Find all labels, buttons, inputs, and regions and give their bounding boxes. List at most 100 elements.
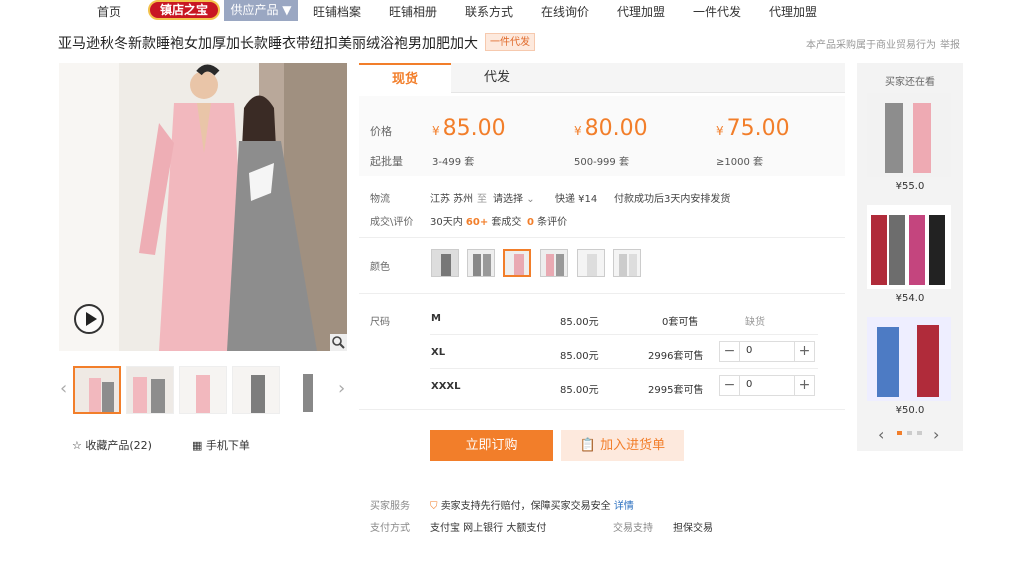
plus-button[interactable]: +: [794, 376, 814, 395]
supply-tabs: 现货 代发: [359, 63, 845, 93]
divider: [359, 409, 845, 410]
color-swatch-pink[interactable]: [503, 249, 531, 277]
nav-agent[interactable]: 代理加盟: [617, 3, 665, 20]
size-name-xl: XL: [431, 347, 446, 358]
nav-home[interactable]: 首页: [97, 3, 121, 20]
quantity-input-xl[interactable]: 0: [746, 345, 752, 356]
color-swatch-white[interactable]: [577, 249, 605, 277]
size-stock-m: 0套可售: [662, 317, 699, 328]
size-price-xxxl: 85.00元: [560, 385, 599, 396]
reco-item-3[interactable]: [867, 317, 951, 401]
size-name-m: M: [431, 313, 441, 324]
qty-tier-3: ≥1000 套: [716, 157, 764, 168]
logistics-label: 物流: [370, 194, 390, 205]
tab-in-stock[interactable]: 现货: [359, 63, 451, 93]
review-info[interactable]: 0 条评价: [527, 213, 567, 228]
color-swatch-grey[interactable]: [431, 249, 459, 277]
mobile-order-label: 手机下单: [205, 439, 250, 452]
reco-price-2: ¥54.0: [895, 293, 925, 304]
ship-from: 江苏 苏州: [430, 194, 474, 205]
nav-contact[interactable]: 联系方式: [465, 3, 513, 20]
quantity-stepper-xl: − 0 +: [719, 341, 815, 362]
thumbnail-3[interactable]: [179, 366, 227, 414]
color-swatch-pink-couple[interactable]: [540, 249, 568, 277]
thumb-next-arrow-icon[interactable]: ›: [338, 378, 345, 399]
shield-icon: ⛉: [430, 501, 438, 512]
divider: [430, 334, 818, 335]
nav-agent-2[interactable]: 代理加盟: [769, 3, 817, 20]
report-link[interactable]: 举报: [940, 36, 960, 51]
thumbnail-4[interactable]: [232, 366, 280, 414]
nav-inquiry[interactable]: 在线询价: [541, 3, 589, 20]
tab-dropship[interactable]: 代发: [451, 63, 543, 93]
reco-price-1: ¥55.0: [895, 181, 925, 192]
divider: [430, 368, 818, 369]
divider: [359, 293, 845, 294]
qty-label: 起批量: [370, 155, 403, 168]
play-video-button[interactable]: [74, 304, 104, 334]
service-details-link[interactable]: 详情: [614, 501, 634, 512]
reco-next-arrow-icon[interactable]: ›: [933, 425, 939, 444]
payment-methods: 支付宝 网上银行 大额支付: [430, 523, 547, 534]
qty-tier-2: 500-999 套: [574, 157, 629, 168]
size-price-xl: 85.00元: [560, 351, 599, 362]
reco-prev-arrow-icon[interactable]: ‹: [878, 425, 884, 444]
minus-button[interactable]: −: [720, 342, 740, 361]
thumb-prev-arrow-icon[interactable]: ‹: [60, 378, 67, 399]
top-nav: 首页 镇店之宝 供应产品 ▼ 旺铺档案 旺铺相册 联系方式 在线询价 代理加盟 …: [0, 0, 1024, 22]
destination-select[interactable]: 请选择 ⌄: [493, 190, 535, 205]
ship-to-label: 至: [477, 194, 487, 205]
reco-item-2[interactable]: [867, 205, 951, 289]
mobile-order[interactable]: ▦ 手机下单: [192, 437, 250, 453]
quantity-stepper-xxxl: − 0 +: [719, 375, 815, 396]
ship-note: 付款成功后3天内安排发货: [614, 194, 731, 205]
payment-label: 支付方式: [370, 523, 410, 534]
reco-price-3: ¥50.0: [895, 405, 925, 416]
buy-now-button[interactable]: 立即订购: [430, 430, 553, 461]
nav-album[interactable]: 旺铺相册: [389, 3, 437, 20]
nav-archive[interactable]: 旺铺档案: [313, 3, 361, 20]
zoom-icon[interactable]: [330, 334, 347, 351]
product-title: 亚马逊秋冬新款睡袍女加厚加长款睡衣带纽扣美丽绒浴袍男加肥加大: [58, 36, 478, 52]
nav-dropship[interactable]: 一件代发: [693, 3, 741, 20]
nav-shop-badge[interactable]: 镇店之宝: [148, 0, 220, 20]
quantity-input-xxxl[interactable]: 0: [746, 379, 752, 390]
trade-notice: 本产品采购属于商业贸易行为: [806, 40, 936, 51]
collect-product[interactable]: ☆ 收藏产品(22): [72, 437, 152, 453]
price-label: 价格: [370, 125, 392, 138]
chevron-down-icon: ⌄: [526, 194, 535, 205]
trade-support-value: 担保交易: [673, 523, 713, 534]
plus-button[interactable]: +: [794, 342, 814, 361]
thumbnail-1[interactable]: [73, 366, 121, 414]
minus-button[interactable]: −: [720, 376, 740, 395]
reco-item-1[interactable]: [867, 93, 951, 177]
carousel-dot-active[interactable]: [897, 431, 902, 435]
star-icon: ☆: [72, 439, 82, 452]
price-tier-2: ¥80.00: [574, 116, 648, 141]
color-swatch-grey-couple[interactable]: [467, 249, 495, 277]
dropship-tag: 一件代发: [485, 33, 535, 51]
main-product-image[interactable]: [59, 63, 347, 351]
size-stock-xl: 2996套可售: [648, 351, 704, 362]
buyer-service-label: 买家服务: [370, 501, 410, 512]
color-swatch-white-couple[interactable]: [613, 249, 641, 277]
carousel-dot[interactable]: [917, 431, 922, 435]
size-price-m: 85.00元: [560, 317, 599, 328]
trade-support-label: 交易支持: [613, 523, 653, 534]
buyer-service-text: ⛉ 卖家支持先行赔付，保障买家交易安全 详情: [430, 501, 634, 512]
price-tier-3: ¥75.00: [716, 116, 790, 141]
nav-supply-products[interactable]: 供应产品 ▼: [224, 0, 298, 21]
express-fee: 快递 ¥14: [555, 194, 598, 205]
deal-label: 成交\评价: [370, 217, 414, 228]
thumbnail-2[interactable]: [126, 366, 174, 414]
add-to-cart-button[interactable]: 📋 加入进货单: [561, 430, 684, 461]
divider: [359, 237, 845, 238]
thumbnail-5[interactable]: [285, 366, 333, 414]
size-label: 尺码: [370, 317, 390, 328]
size-out-of-stock: 缺货: [745, 317, 765, 328]
color-label: 颜色: [370, 262, 390, 273]
carousel-dot[interactable]: [907, 431, 912, 435]
price-tier-1: ¥85.00: [432, 116, 506, 141]
collect-label: 收藏产品(22): [85, 439, 152, 452]
deal-info: 30天内 60+ 套成交: [430, 217, 522, 228]
